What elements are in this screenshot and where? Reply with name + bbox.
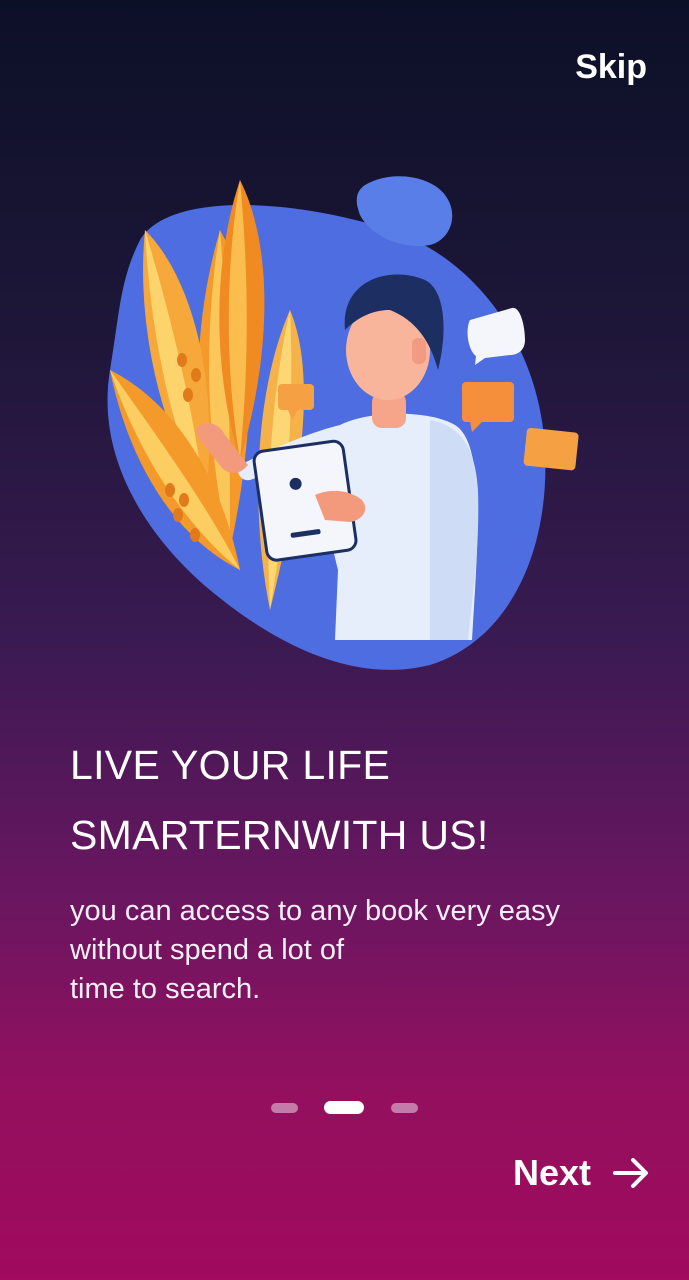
headline: LIVE YOUR LIFE SMARTERNWITH US! [70, 730, 630, 870]
description-line-1: you can access to any book very easy [70, 895, 561, 927]
arrow-right-icon [613, 1158, 648, 1188]
next-button[interactable]: Next [513, 1152, 651, 1194]
description: you can access to any book very easy wit… [70, 892, 650, 1009]
page-dot-2-active[interactable] [324, 1101, 364, 1114]
onboarding-screen: Skip LIVE YOUR LIFE SMARTERNWITH US! you… [0, 0, 689, 1280]
page-dot-3[interactable] [391, 1103, 418, 1113]
next-label: Next [512, 1152, 591, 1193]
headline-line-1: LIVE YOUR LIFE [70, 742, 391, 788]
description-line-3: time to search. [70, 973, 261, 1005]
page-dot-1[interactable] [271, 1103, 298, 1113]
person-with-tablet-illustration [107, 176, 579, 670]
page-indicator [0, 1100, 689, 1116]
description-line-2: without spend a lot of [70, 934, 345, 966]
headline-line-2: SMARTERNWITH US! [70, 812, 489, 858]
skip-button[interactable]: Skip [575, 48, 647, 87]
